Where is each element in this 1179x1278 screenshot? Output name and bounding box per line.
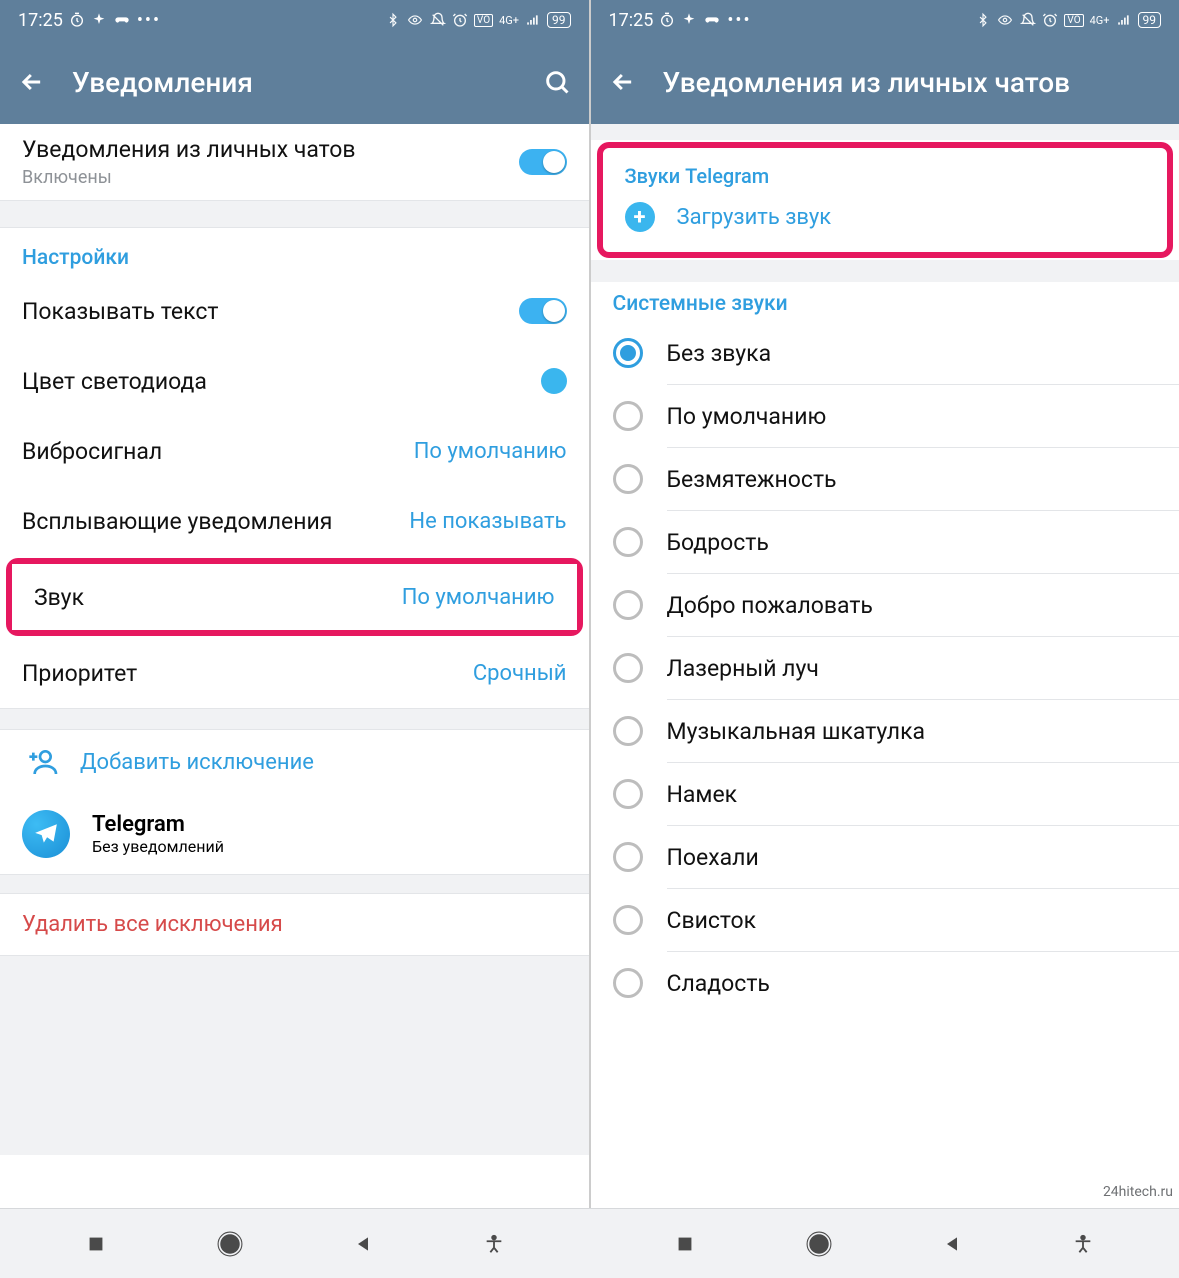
sound-option[interactable]: Безмятежность (603, 448, 1179, 510)
sound-option[interactable]: Поехали (603, 826, 1179, 888)
bluetooth-icon (976, 12, 990, 28)
nav-accessibility-icon[interactable] (1072, 1233, 1094, 1255)
status-bar: 17:25 ••• VO 4G+ 99 (0, 0, 589, 40)
highlight-sound-row: Звук По умолчанию (6, 558, 583, 636)
timer-icon (69, 12, 85, 28)
alarm-icon (452, 12, 468, 28)
bluetooth-icon (386, 12, 400, 28)
setting-popup[interactable]: Всплывающие уведомления Не показывать (0, 486, 589, 556)
setting-vibrate[interactable]: Вибросигнал По умолчанию (0, 416, 589, 486)
add-person-icon (22, 746, 58, 778)
sound-option[interactable]: Сладость (603, 952, 1179, 1014)
sound-label: Свисток (667, 907, 757, 934)
toggle-private-chats[interactable] (519, 149, 567, 175)
app-bar-right: Уведомления из личных чатов (591, 40, 1179, 124)
nav-home-icon[interactable] (806, 1231, 832, 1257)
setting-led-color[interactable]: Цвет светодиода (0, 346, 589, 416)
sound-label: Поехали (667, 844, 759, 871)
sound-option[interactable]: Бодрость (603, 511, 1179, 573)
timer-icon (659, 12, 675, 28)
nav-home-icon[interactable] (217, 1231, 243, 1257)
phone-right: 17:25 ••• VO 4G+ 99 Уведомления из личны… (591, 0, 1179, 1208)
telegram-sounds-header: Звуки Telegram (603, 150, 1168, 188)
exception-telegram[interactable]: Telegram Без уведомлений (0, 794, 589, 874)
eye-icon (406, 13, 424, 27)
led-color-dot (541, 368, 567, 394)
nav-bar (0, 1208, 1179, 1278)
battery-indicator: 99 (1138, 12, 1162, 28)
phone-left: 17:25 ••• VO 4G+ 99 Уведомления (0, 0, 589, 1208)
radio-icon (613, 653, 643, 683)
sound-option[interactable]: По умолчанию (603, 385, 1179, 447)
telegram-avatar (22, 810, 70, 858)
game-icon (113, 12, 131, 28)
radio-icon (613, 716, 643, 746)
toggle-show-text[interactable] (519, 298, 567, 324)
sound-label: По умолчанию (667, 403, 827, 430)
signal-icon (1116, 13, 1132, 27)
sound-label: Намек (667, 781, 738, 808)
watermark: 24hitech.ru (1103, 1184, 1173, 1200)
nav-back-icon[interactable] (942, 1234, 962, 1254)
status-time: 17:25 (18, 10, 63, 31)
radio-icon (613, 968, 643, 998)
app-bar-left: Уведомления (0, 40, 589, 124)
page-title-right: Уведомления из личных чатов (663, 66, 1162, 99)
nav-accessibility-icon[interactable] (483, 1233, 505, 1255)
delete-all-exceptions[interactable]: Удалить все исключения (0, 894, 589, 955)
highlight-telegram-sounds: Звуки Telegram + Загрузить звук (597, 142, 1174, 258)
sound-option[interactable]: Музыкальная шкатулка (603, 700, 1179, 762)
sound-label: Бодрость (667, 529, 769, 556)
sound-radio-list: Без звука По умолчанию Безмятежность Бодрос… (591, 322, 1179, 1014)
radio-icon (613, 401, 643, 431)
sound-label: Лазерный луч (667, 655, 819, 682)
setting-show-text[interactable]: Показывать текст (0, 276, 589, 346)
dnd-icon (430, 12, 446, 28)
radio-icon (613, 905, 643, 935)
nav-back-icon[interactable] (353, 1234, 373, 1254)
radio-icon (613, 590, 643, 620)
sound-label: Без звука (667, 340, 772, 367)
radio-icon (613, 842, 643, 872)
sound-option[interactable]: Лазерный луч (603, 637, 1179, 699)
sound-label: Безмятежность (667, 466, 837, 493)
battery-indicator: 99 (547, 12, 571, 28)
alarm-icon (1042, 12, 1058, 28)
plus-icon: + (625, 202, 655, 232)
radio-icon (613, 779, 643, 809)
search-icon[interactable] (543, 68, 571, 96)
eye-icon (996, 13, 1014, 27)
sparkle-icon (91, 12, 107, 28)
sound-label: Добро пожаловать (667, 592, 873, 619)
nav-recent-icon[interactable] (674, 1233, 696, 1255)
dnd-icon (1020, 12, 1036, 28)
radio-icon (613, 464, 643, 494)
back-icon[interactable] (609, 68, 637, 96)
sound-label: Сладость (667, 970, 770, 997)
add-exception-row[interactable]: Добавить исключение (0, 730, 589, 794)
back-icon[interactable] (18, 68, 46, 96)
nav-recent-icon[interactable] (85, 1233, 107, 1255)
game-icon (703, 12, 721, 28)
sparkle-icon (681, 12, 697, 28)
radio-icon (613, 527, 643, 557)
sound-option[interactable]: Без звука (603, 322, 1179, 384)
page-title-left: Уведомления (72, 66, 517, 99)
sound-label: Музыкальная шкатулка (667, 718, 926, 745)
radio-icon (613, 338, 643, 368)
signal-icon (525, 13, 541, 27)
settings-header: Настройки (0, 228, 589, 276)
sound-option[interactable]: Свисток (603, 889, 1179, 951)
status-time: 17:25 (609, 10, 654, 31)
sound-option[interactable]: Намек (603, 763, 1179, 825)
setting-sound[interactable]: Звук По умолчанию (12, 564, 577, 630)
upload-sound-row[interactable]: + Загрузить звук (603, 188, 1168, 250)
setting-priority[interactable]: Приоритет Срочный (0, 638, 589, 708)
sound-option[interactable]: Добро пожаловать (603, 574, 1179, 636)
system-sounds-header: Системные звуки (591, 282, 1179, 322)
setting-private-chats[interactable]: Уведомления из личных чатов Включены (0, 124, 589, 200)
status-bar: 17:25 ••• VO 4G+ 99 (591, 0, 1179, 40)
